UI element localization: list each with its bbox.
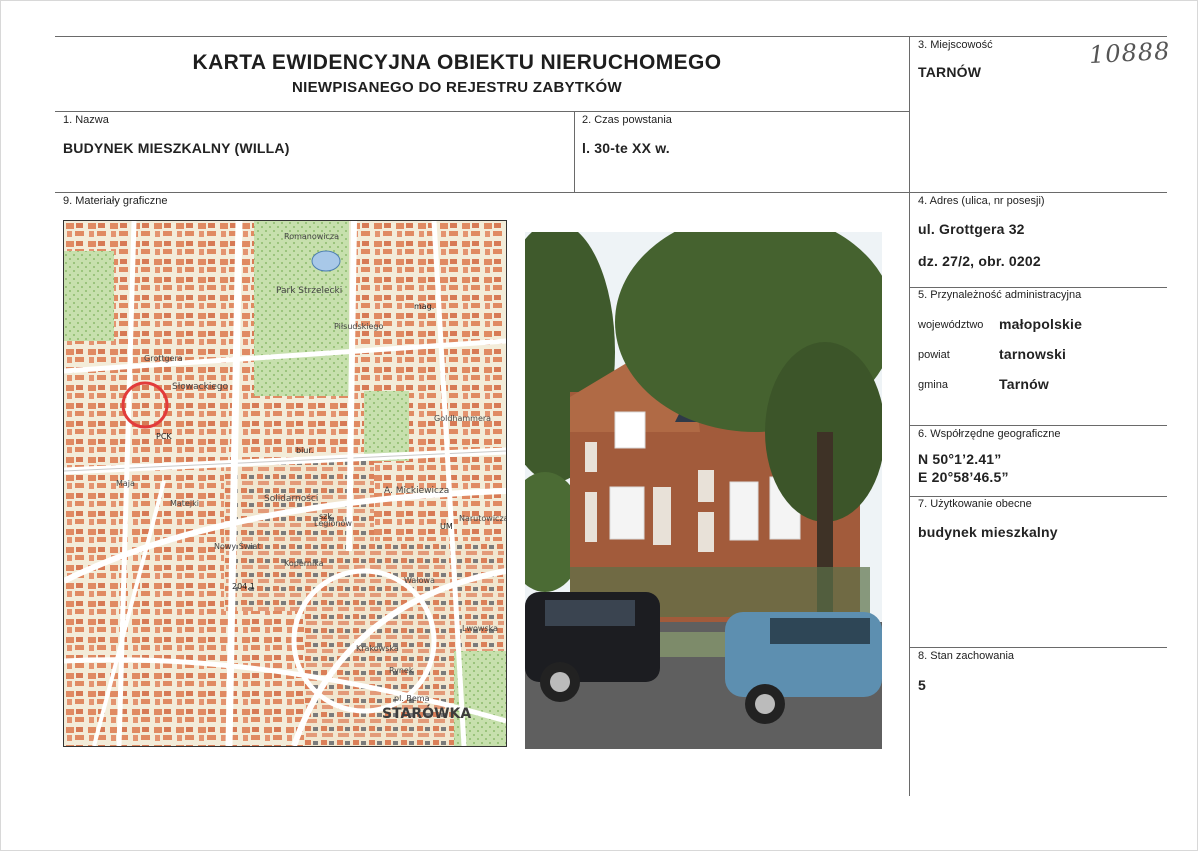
map-drawing: Park Strzelecki Słowackiego Solidarności… [64, 221, 506, 746]
label-nazwa: 1. Nazwa [63, 114, 109, 126]
top-border [55, 36, 1167, 37]
map-label-solidarnosci: Solidarności [264, 493, 318, 504]
rule-r8 [910, 647, 1167, 648]
map-label-mickiewicza: A. Mickiewicza [384, 486, 449, 496]
value-uzytkowanie: budynek mieszkalny [918, 524, 1058, 540]
label-czas-powstania: 2. Czas powstania [582, 114, 672, 126]
map-label-pl-bema: pl. Bema [394, 694, 430, 703]
label-materialy-graficzne: 9. Materiały graficzne [63, 195, 168, 207]
rule-r7 [910, 496, 1167, 497]
building-photo [525, 232, 882, 749]
map-label-rynek: Rynek [389, 666, 414, 675]
key-gmina: gmina [918, 379, 948, 391]
value-stan-zachowania: 5 [918, 677, 926, 693]
map-label-slowackiego: Słowackiego [172, 382, 229, 392]
rule-r6 [910, 425, 1167, 426]
label-adres: 4. Adres (ulica, nr posesji) [918, 195, 1045, 207]
map-label-grottgera: Grottgera [144, 354, 183, 363]
map-label-lwowska: Lwowska [462, 624, 498, 633]
handwritten-number: 10888 [1088, 36, 1172, 70]
map-label-um: UM [440, 522, 453, 531]
value-nazwa: BUDYNEK MIESZKALNY (WILLA) [63, 140, 290, 156]
map-label-walowa: Wałowa [404, 576, 435, 585]
value-czas-powstania: l. 30-te XX w. [582, 140, 670, 156]
record-card: KARTA EWIDENCYJNA OBIEKTU NIERUCHOMEGO N… [0, 0, 1198, 851]
key-powiat: powiat [918, 349, 950, 361]
map-label-starowka: STARÓWKA [382, 704, 471, 722]
map-label-kopernika: Kopernika [284, 559, 324, 568]
value-latitude: N 50°1’2.41” [918, 451, 1002, 467]
page-title: KARTA EWIDENCYJNA OBIEKTU NIERUCHOMEGO [192, 51, 722, 74]
map-label-pilsudskiego: Piłsudskiego [334, 322, 383, 331]
label-uzytkowanie: 7. Użytkowanie obecne [918, 498, 1032, 510]
map-label-mag: mag. [414, 302, 434, 311]
map-label-elevation: 204,1 [232, 582, 255, 591]
rule-1 [55, 111, 910, 112]
value-miejscowosc: TARNÓW [918, 64, 982, 80]
map-label-goldhammera: Goldhammera [434, 414, 491, 423]
rule-r5 [910, 287, 1167, 288]
map-label-maja: Majа [116, 479, 135, 488]
map-label-biur: biur. [296, 446, 313, 455]
value-longitude: E 20°58’46.5” [918, 469, 1009, 485]
value-powiat: tarnowski [999, 346, 1067, 362]
rule-2 [55, 192, 1167, 193]
map-label-park: Park Strzelecki [276, 286, 342, 296]
right-column-rule [909, 36, 910, 796]
map-label-narutowicza: Narutowicza [459, 514, 506, 523]
map-label-nowy-swiat: Nowy Świat [214, 540, 261, 551]
value-wojewodztwo: małopolskie [999, 316, 1083, 332]
page-subtitle: NIEWPISANEGO DO REJESTRU ZABYTKÓW [292, 79, 622, 96]
map-label-romanowicza: Romanowicza [284, 232, 339, 241]
value-adres-street: ul. Grottgera 32 [918, 221, 1025, 237]
location-map: Park Strzelecki Słowackiego Solidarności… [63, 220, 507, 747]
key-wojewodztwo: województwo [918, 319, 984, 331]
map-label-szk: szk. [319, 512, 335, 521]
value-adres-parcel: dz. 27/2, obr. 0202 [918, 253, 1041, 269]
label-stan-zachowania: 8. Stan zachowania [918, 650, 1015, 662]
mid-column-rule [574, 111, 575, 193]
map-label-krakowska: Krakowska [356, 644, 399, 653]
value-gmina: Tarnów [999, 376, 1049, 392]
label-miejscowosc: 3. Miejscowość [918, 39, 993, 51]
map-label-pck: PCK [156, 432, 172, 441]
map-label-matejki: Matejki [170, 499, 199, 508]
label-wspolrzedne: 6. Współrzędne geograficzne [918, 428, 1061, 440]
label-przynaleznosc: 5. Przynależność administracyjna [918, 289, 1082, 301]
building-photo-drawing [525, 232, 882, 749]
